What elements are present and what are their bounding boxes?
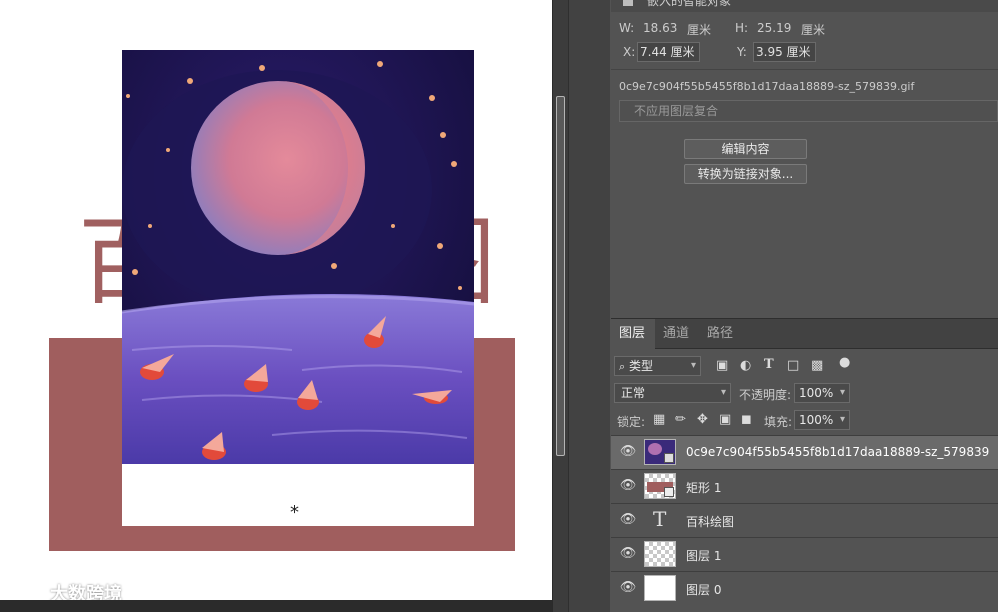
layer-name[interactable]: 图层 1 (686, 547, 721, 564)
search-icon: ⌕ (619, 360, 626, 373)
layer-row-smart-object[interactable]: 👁 0c9e7c904f55b5455f8b1d17daa18889-sz_57… (611, 435, 998, 469)
blend-mode-value: 正常 (621, 386, 646, 400)
filter-smart-object-icon[interactable]: ▩ (811, 358, 823, 373)
filter-toggle-icon[interactable]: ● (839, 355, 850, 370)
layer-row-layer-0[interactable]: 👁 图层 0 (611, 571, 998, 605)
document-canvas[interactable]: 百 图 (0, 0, 552, 600)
height-value[interactable]: 25.19 (757, 21, 791, 35)
eye-icon[interactable]: 👁 (619, 478, 637, 494)
lock-label: 锁定: (617, 415, 646, 429)
width-label: W: (619, 21, 635, 35)
layer-thumbnail-smart-object (644, 439, 676, 465)
lock-artboard-icon[interactable]: ▣ (719, 412, 731, 427)
tab-channels[interactable]: 通道 (655, 319, 697, 349)
lock-all-icon[interactable]: ◼ (741, 412, 752, 427)
tab-layers[interactable]: 图层 (611, 319, 655, 349)
layer-row-layer-1[interactable]: 👁 图层 1 (611, 537, 998, 571)
layer-filter-kind: 类型 (629, 359, 654, 373)
convert-to-linked-button[interactable]: 转换为链接对象... (684, 164, 807, 184)
moon-sea-illustration (122, 50, 474, 464)
watermark-text: 大数跨境 (50, 584, 122, 600)
horizontal-scrollbar[interactable] (0, 600, 552, 612)
layers-panel: 图层 通道 路径 ⌕ 类型 ▾ ▣ ◐ T □ ▩ ● 正常 ▾ 不透明度: 1… (611, 318, 998, 612)
chevron-down-icon: ▾ (839, 387, 845, 398)
properties-title: 嵌入的智能对象 (647, 0, 732, 8)
layer-thumbnail-transparent (644, 541, 676, 567)
layer-thumbnail-white (644, 575, 676, 601)
layer-thumbnail-rectangle (644, 473, 676, 499)
layer-name[interactable]: 百科绘图 (686, 513, 734, 530)
opacity-label: 不透明度: (739, 388, 792, 402)
eye-icon[interactable]: 👁 (619, 546, 637, 562)
blend-mode-dropdown[interactable]: 正常 ▾ (614, 383, 731, 403)
lock-image-pixels-icon[interactable]: ✏ (675, 412, 686, 427)
eye-icon[interactable]: 👁 (619, 444, 637, 460)
right-panel: 嵌入的智能对象 W: 18.63 厘米 H: 25.19 厘米 X: 7.44 … (611, 0, 998, 612)
filter-adjustment-icon[interactable]: ◐ (740, 358, 751, 373)
smart-object-icon (621, 0, 635, 8)
layer-comp-dropdown[interactable]: 不应用图层复合 (619, 100, 998, 122)
fill-value: 100% (799, 413, 834, 427)
edit-contents-button[interactable]: 编辑内容 (684, 139, 807, 159)
layer-name[interactable]: 0c9e7c904f55b5455f8b1d17daa18889-sz_5798… (686, 445, 989, 459)
chevron-down-icon: ▾ (720, 387, 726, 398)
watermark: 大数跨境 (8, 580, 122, 600)
panel-dock-gutter (568, 0, 610, 612)
y-position-field[interactable]: 3.95 厘米 (753, 42, 816, 62)
layer-filter-dropdown[interactable]: ⌕ 类型 ▾ (614, 356, 701, 376)
eye-icon[interactable]: 👁 (619, 580, 637, 596)
layer-row-text[interactable]: 👁 T 百科绘图 (611, 503, 998, 537)
width-unit: 厘米 (687, 23, 712, 37)
filter-type-icon[interactable]: T (764, 357, 774, 372)
scrollbar-thumb[interactable] (556, 96, 565, 456)
lock-position-icon[interactable]: ✥ (697, 412, 708, 427)
x-label: X: (623, 45, 636, 59)
fill-field[interactable]: 100% ▾ (794, 410, 850, 430)
width-value[interactable]: 18.63 (643, 21, 677, 35)
canvas-big-text-left: 百 (78, 214, 124, 310)
x-position-field[interactable]: 7.44 厘米 (637, 42, 700, 62)
canvas-star-mark: * (290, 502, 299, 523)
smart-object-filename: 0c9e7c904f55b5455f8b1d17daa18889-sz_5798… (619, 80, 915, 93)
opacity-field[interactable]: 100% ▾ (794, 383, 850, 403)
watermark-logo-icon (9, 587, 42, 600)
eye-icon[interactable]: 👁 (619, 512, 637, 528)
lock-transparency-icon[interactable]: ▦ (653, 412, 665, 427)
vertical-scrollbar[interactable] (552, 0, 568, 612)
chevron-down-icon: ▾ (690, 360, 696, 371)
filter-pixel-icon[interactable]: ▣ (716, 358, 728, 373)
height-label: H: (735, 21, 749, 35)
fill-label: 填充: (764, 415, 793, 429)
layers-panel-tabs: 图层 通道 路径 (611, 319, 998, 349)
height-unit: 厘米 (801, 23, 826, 37)
layer-row-rectangle[interactable]: 👁 矩形 1 (611, 469, 998, 503)
canvas-image-card: * (122, 50, 474, 526)
y-label: Y: (737, 45, 747, 59)
layer-name[interactable]: 图层 0 (686, 581, 721, 598)
properties-header: 嵌入的智能对象 (611, 0, 998, 12)
layer-name[interactable]: 矩形 1 (686, 479, 721, 496)
text-layer-icon: T (653, 507, 667, 531)
opacity-value: 100% (799, 386, 834, 400)
filter-shape-icon[interactable]: □ (787, 358, 799, 373)
photoshop-window: 百 图 (0, 0, 998, 612)
separator (611, 69, 998, 70)
chevron-down-icon: ▾ (839, 414, 845, 425)
tab-paths[interactable]: 路径 (699, 319, 741, 349)
